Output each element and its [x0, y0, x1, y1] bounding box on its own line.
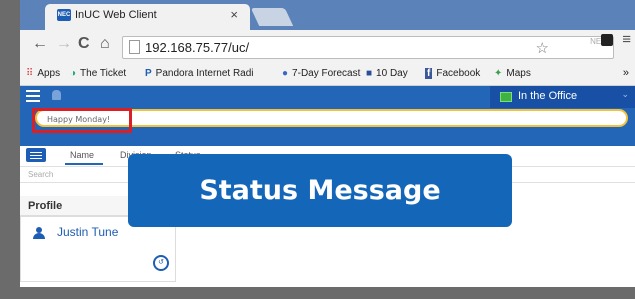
more-bookmarks-icon[interactable]: »	[623, 67, 629, 79]
extension-icon[interactable]	[601, 34, 613, 46]
bookmark-10-day[interactable]: ■ 10 Day	[366, 68, 408, 79]
person-icon	[33, 227, 45, 239]
browser-tabstrip: NEC InUC Web Client ×	[20, 0, 635, 30]
browser-tab[interactable]: NEC InUC Web Client ×	[45, 4, 250, 30]
active-tab-underline	[65, 163, 103, 165]
bookmarks-bar: ⠿ Apps ◑ The Ticket P Pandora Internet Radi…	[20, 63, 635, 86]
page-icon	[129, 40, 140, 54]
ticket-icon: ◑	[70, 68, 77, 79]
home-icon[interactable]: ⌂	[100, 35, 110, 53]
new-tab-button[interactable]	[250, 8, 294, 26]
tab-close-icon[interactable]: ×	[230, 7, 238, 22]
notification-bell-icon[interactable]	[52, 90, 61, 100]
left-edge	[0, 0, 20, 299]
list-view-icon[interactable]	[26, 148, 46, 162]
pandora-icon: P	[145, 68, 152, 79]
bookmark-star-icon[interactable]: ☆	[536, 39, 549, 57]
address-bar[interactable]: 192.168.75.77/uc/ ☆	[122, 36, 614, 59]
reload-icon[interactable]: C	[78, 35, 90, 53]
forward-arrow-icon[interactable]: →	[56, 35, 72, 53]
url-text: 192.168.75.77/uc/	[145, 40, 250, 55]
menu-icon[interactable]: ≡	[622, 31, 631, 48]
hamburger-menu-icon[interactable]	[26, 90, 40, 102]
history-icon[interactable]: ↺	[153, 255, 169, 271]
tab-title: InUC Web Client	[75, 9, 157, 21]
browser-toolbar: ← → C ⌂ 192.168.75.77/uc/ ☆ NEC ≡	[20, 30, 635, 63]
chevron-down-icon: ⌄	[621, 89, 629, 99]
highlight-box	[32, 108, 132, 133]
facebook-icon: f	[425, 68, 433, 79]
bookmark-maps[interactable]: ✦ Maps	[494, 68, 531, 79]
nec-favicon-icon: NEC	[57, 9, 71, 21]
bookmark-7-day-forecast[interactable]: ● 7-Day Forecast	[282, 68, 360, 79]
bookmark-apps[interactable]: ⠿ Apps	[26, 68, 60, 79]
weather-icon: ●	[282, 68, 289, 79]
bookmark-facebook[interactable]: f Facebook	[425, 68, 480, 79]
bookmark-pandora[interactable]: P Pandora Internet Radi	[145, 68, 254, 79]
status-message-callout: Status Message	[128, 154, 512, 227]
contact-name[interactable]: Justin Tune	[57, 225, 118, 239]
presence-label: In the Office	[518, 90, 578, 102]
bottom-edge	[0, 287, 635, 299]
monitor-icon	[500, 92, 512, 102]
presence-status-dropdown[interactable]: In the Office ⌄	[490, 86, 635, 108]
tab-name[interactable]: Name	[70, 150, 94, 160]
back-arrow-icon[interactable]: ←	[32, 35, 48, 53]
maps-icon: ✦	[494, 68, 503, 79]
weather-10day-icon: ■	[366, 68, 373, 79]
bookmark-the-ticket[interactable]: ◑ The Ticket	[70, 68, 126, 79]
apps-icon: ⠿	[26, 68, 34, 79]
